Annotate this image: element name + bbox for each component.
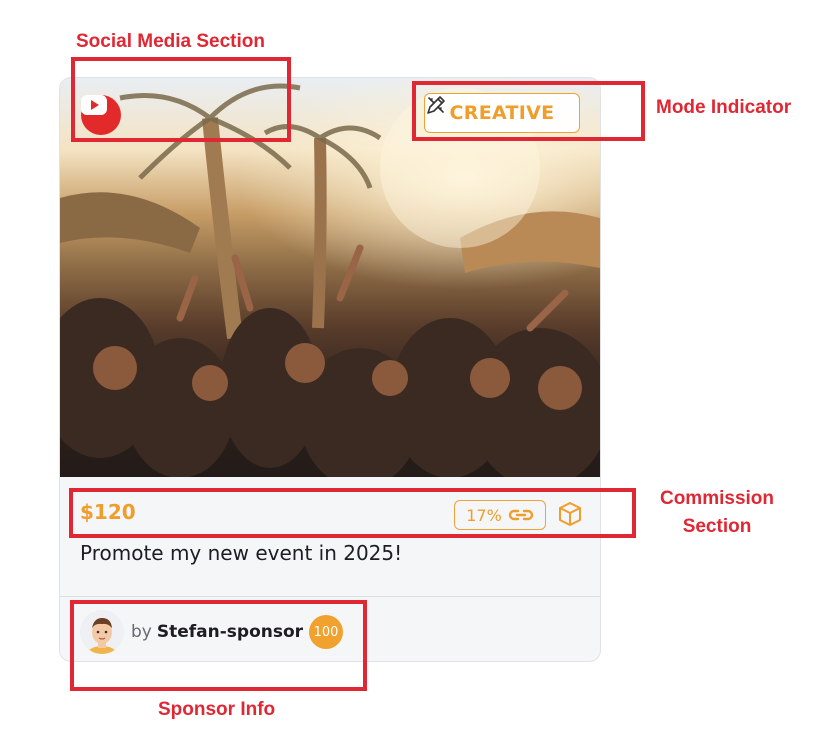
annotation-mode-label: Mode Indicator [656, 97, 792, 118]
annotation-commission-line1: Commission [659, 488, 775, 509]
annotation-commission-line2: Section [682, 515, 752, 537]
annotation-social-media-box [71, 57, 291, 142]
campaign-card[interactable]: CREATIVE $120 17% Promote my new event i… [59, 77, 601, 662]
campaign-title: Promote my new event in 2025! [80, 541, 403, 565]
annotation-commission-label: Commission Section [656, 485, 778, 540]
annotation-mode-box [412, 81, 645, 141]
annotation-sponsor-box [70, 600, 367, 691]
annotation-social-media-label: Social Media Section [76, 31, 265, 52]
card-divider [60, 596, 600, 597]
annotation-commission-box [69, 488, 636, 538]
annotation-sponsor-label: Sponsor Info [158, 699, 276, 720]
